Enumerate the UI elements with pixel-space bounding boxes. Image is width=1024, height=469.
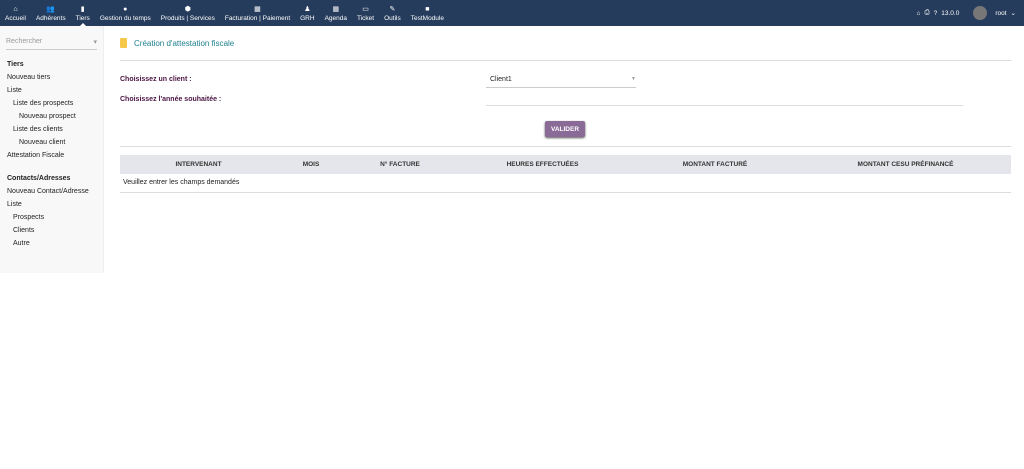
version: 13.0.0	[941, 9, 960, 17]
nav-ticket[interactable]: ▭ Ticket	[352, 0, 379, 26]
nav-facturation-paiement[interactable]: ▦ Facturation | Paiement	[220, 0, 295, 26]
col-montant: MONTANT FACTURÉ	[630, 155, 800, 174]
main-menu: ⌂ Accueil 👥 Adhérents ▮ Tiers ● Gestion du temp…	[0, 0, 1024, 26]
nav-label: Agenda	[324, 14, 347, 22]
client-value: Client1	[490, 76, 512, 83]
search-placeholder: Rechercher	[6, 38, 43, 45]
bank-icon[interactable]: ⌂	[917, 10, 921, 17]
user-menu[interactable]: root	[995, 10, 1006, 17]
nav-label: Tiers	[75, 14, 90, 22]
sidebar-item-prospects-list[interactable]: Liste des prospects	[0, 97, 103, 110]
sidebar-heading-contacts[interactable]: Contacts/Adresses	[0, 172, 103, 185]
chevron-down-icon[interactable]: ⌄	[1011, 9, 1016, 17]
nav-testmodule[interactable]: ■ TestModule	[406, 0, 449, 26]
nav-accueil[interactable]: ⌂ Accueil	[0, 0, 31, 26]
nav-icon: ▦	[254, 5, 261, 13]
avatar[interactable]	[973, 6, 988, 20]
nav-icon: ⬢	[184, 5, 191, 13]
table-row: Veuillez entrer les champs demandés	[120, 174, 1011, 193]
nav-label: Produits | Services	[160, 14, 215, 22]
nav-label: Facturation | Paiement	[224, 14, 291, 22]
validate-button[interactable]: VALIDER	[545, 121, 585, 137]
sidebar-item-clients-list[interactable]: Liste des clients	[0, 123, 103, 136]
nav-label: Outils	[384, 14, 401, 22]
col-mois: MOIS	[277, 155, 345, 174]
help-icon[interactable]: ?	[934, 10, 938, 17]
nav-gestion-du-temps[interactable]: ● Gestion du temps	[95, 0, 156, 26]
nav-icon: ▮	[80, 5, 85, 13]
nav-icon: ■	[425, 5, 430, 13]
nav-label: GRH	[300, 14, 315, 22]
client-label: Choisissez un client :	[120, 76, 192, 83]
client-select[interactable]: Client1 ▼	[486, 76, 636, 88]
sidebar-item-new-contact[interactable]: Nouveau Contact/Adresse	[0, 185, 103, 198]
top-navbar: ⌂ Accueil 👥 Adhérents ▮ Tiers ● Gestion du temp…	[0, 0, 1024, 26]
year-label: Choisissez l'année souhaitée :	[120, 96, 222, 103]
page-header: Création d'attestation fiscale	[120, 26, 1011, 61]
sidebar-item-list[interactable]: Liste	[0, 84, 103, 97]
table-header: INTERVENANT MOIS N° FACTURE HEURES EFFEC…	[120, 155, 1011, 174]
divider	[120, 146, 1011, 147]
nav-label: Gestion du temps	[99, 14, 151, 22]
caret-icon: ▼	[631, 76, 636, 82]
print-icon[interactable]: ⎙	[924, 9, 929, 17]
sidebar-item-attestation[interactable]: Attestation Fiscale	[0, 149, 103, 162]
nav-label: Adhérents	[35, 14, 66, 22]
col-cesu: MONTANT CESU PRÉFINANCÉ	[800, 155, 1011, 174]
sidebar-item-new-client[interactable]: Nouveau client	[0, 136, 103, 149]
col-heures: HEURES EFFECTUÉES	[455, 155, 630, 174]
main-content: Création d'attestation fiscale Choisisse…	[120, 26, 1011, 193]
nav-label: TestModule	[410, 14, 444, 22]
nav-icon: 👥	[46, 5, 56, 13]
year-input[interactable]	[486, 105, 963, 106]
sidebar-item-contact-other[interactable]: Autre	[0, 237, 103, 250]
page-title: Création d'attestation fiscale	[134, 38, 235, 48]
caret-icon: ▾	[93, 39, 97, 46]
nav-label: Ticket	[357, 14, 375, 22]
results-table: INTERVENANT MOIS N° FACTURE HEURES EFFEC…	[120, 155, 1011, 193]
nav-grh[interactable]: ♟ GRH	[295, 0, 319, 26]
sidebar-item-new-tiers[interactable]: Nouveau tiers	[0, 71, 103, 84]
nav-adh-rents[interactable]: 👥 Adhérents	[31, 0, 71, 26]
nav-icon: ●	[123, 5, 128, 13]
sidebar-item-contact-prospects[interactable]: Prospects	[0, 211, 103, 224]
sidebar: Rechercher ▾ Tiers Nouveau tiers Liste Li…	[0, 26, 104, 273]
nav-outils[interactable]: ✎ Outils	[379, 0, 406, 26]
sidebar-heading-tiers[interactable]: Tiers	[0, 58, 103, 71]
nav-icon: ▦	[332, 5, 340, 13]
search-select[interactable]: Rechercher ▾	[6, 38, 97, 50]
document-icon	[120, 38, 127, 48]
nav-icon: ♟	[304, 5, 311, 13]
nav-icon: ▭	[362, 5, 369, 13]
nav-label: Accueil	[5, 14, 26, 22]
sidebar-item-contact-clients[interactable]: Clients	[0, 224, 103, 237]
nav-produits-services[interactable]: ⬢ Produits | Services	[156, 0, 220, 26]
sidebar-item-new-prospect[interactable]: Nouveau prospect	[0, 110, 103, 123]
nav-agenda[interactable]: ▦ Agenda	[320, 0, 352, 26]
col-facture: N° FACTURE	[345, 155, 455, 174]
top-right-tools: ⌂ ⎙ ? 13.0.0 root ⌄	[917, 0, 1016, 26]
nav-icon: ⌂	[13, 5, 18, 13]
nav-tiers[interactable]: ▮ Tiers	[71, 0, 95, 26]
empty-message: Veuillez entrer les champs demandés	[120, 174, 1011, 193]
sidebar-item-contact-list[interactable]: Liste	[0, 198, 103, 211]
col-intervenant: INTERVENANT	[120, 155, 277, 174]
nav-icon: ✎	[389, 5, 396, 13]
